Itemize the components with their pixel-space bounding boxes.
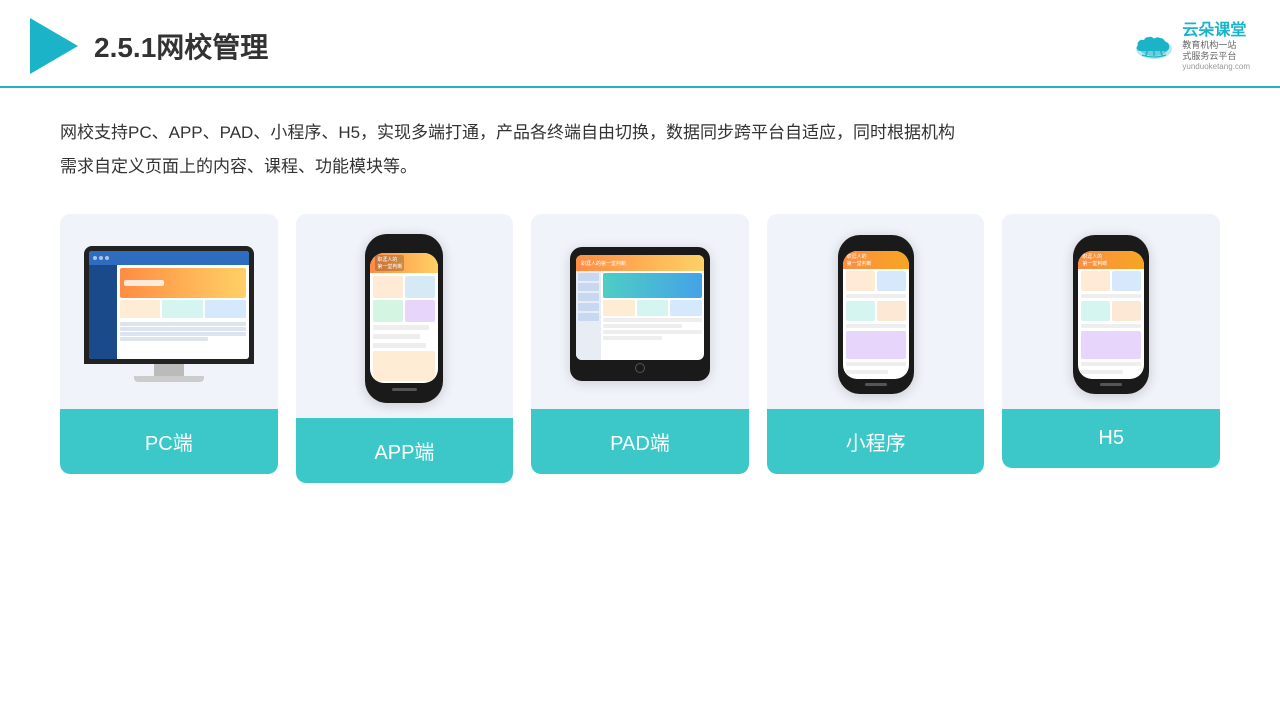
pad-image-area: 职涯人的第一堂判断: [531, 214, 749, 409]
cloud-icon: [1132, 31, 1176, 61]
h5-phone-screen: 职涯人的第一堂判断: [1078, 251, 1144, 379]
pc-image-area: [60, 214, 278, 409]
app-phone-outer: 职涯人的第一堂判断: [365, 234, 443, 403]
app-phone-screen: 职涯人的第一堂判断: [370, 253, 438, 383]
brand-text: 云朵课堂 教育机构一站式服务云平台 yunduoketang.com: [1182, 21, 1250, 71]
miniprogram-phone-mockup: 职涯人的第一堂判断: [838, 235, 914, 394]
miniprogram-phone-screen: 职涯人的第一堂判断: [843, 251, 909, 379]
logo-triangle-icon: [30, 18, 78, 74]
h5-phone-notch: [1100, 243, 1122, 248]
phone-notch: [392, 244, 416, 249]
pc-mockup: [84, 246, 254, 382]
app-card: 职涯人的第一堂判断: [296, 214, 514, 483]
miniprogram-phone-outer: 职涯人的第一堂判断: [838, 235, 914, 394]
pad-tablet-mockup: 职涯人的第一堂判断: [570, 247, 710, 381]
h5-phone-outer: 职涯人的第一堂判断: [1073, 235, 1149, 394]
brand-name: 云朵课堂: [1182, 21, 1246, 40]
content: 网校支持PC、APP、PAD、小程序、H5，实现多端打通，产品各终端自由切换，数…: [0, 88, 1280, 503]
pad-tablet-outer: 职涯人的第一堂判断: [570, 247, 710, 381]
miniprogram-label: 小程序: [767, 409, 985, 474]
app-label: APP端: [296, 418, 514, 483]
cards-container: PC端 职涯人的第一堂判断: [60, 214, 1220, 483]
pc-screen-inner: [89, 251, 249, 359]
h5-label: H5: [1002, 409, 1220, 468]
pc-card: PC端: [60, 214, 278, 474]
h5-phone-mockup: 职涯人的第一堂判断: [1073, 235, 1149, 394]
h5-card: 职涯人的第一堂判断: [1002, 214, 1220, 468]
miniprogram-phone-notch: [865, 243, 887, 248]
miniprogram-image-area: 职涯人的第一堂判断: [767, 214, 985, 409]
pc-label: PC端: [60, 409, 278, 474]
brand-tagline: 教育机构一站式服务云平台: [1182, 40, 1236, 62]
header-left: 2.5.1网校管理: [30, 18, 268, 74]
pad-card: 职涯人的第一堂判断: [531, 214, 749, 474]
brand-url: yunduoketang.com: [1182, 62, 1250, 71]
app-phone-mockup: 职涯人的第一堂判断: [365, 234, 443, 403]
header-right: 云朵课堂 教育机构一站式服务云平台 yunduoketang.com: [1132, 21, 1250, 71]
miniprogram-card: 职涯人的第一堂判断: [767, 214, 985, 474]
header: 2.5.1网校管理 云朵课堂 教育机构一站式服务云平台 yunduoketang…: [0, 0, 1280, 88]
pc-screen-outer: [84, 246, 254, 364]
h5-image-area: 职涯人的第一堂判断: [1002, 214, 1220, 409]
description: 网校支持PC、APP、PAD、小程序、H5，实现多端打通，产品各终端自由切换，数…: [60, 116, 1220, 184]
pad-label: PAD端: [531, 409, 749, 474]
brand-logo: 云朵课堂 教育机构一站式服务云平台 yunduoketang.com: [1132, 21, 1250, 71]
app-image-area: 职涯人的第一堂判断: [296, 214, 514, 418]
pad-tablet-screen: 职涯人的第一堂判断: [576, 255, 704, 360]
page-title: 2.5.1网校管理: [94, 26, 268, 66]
